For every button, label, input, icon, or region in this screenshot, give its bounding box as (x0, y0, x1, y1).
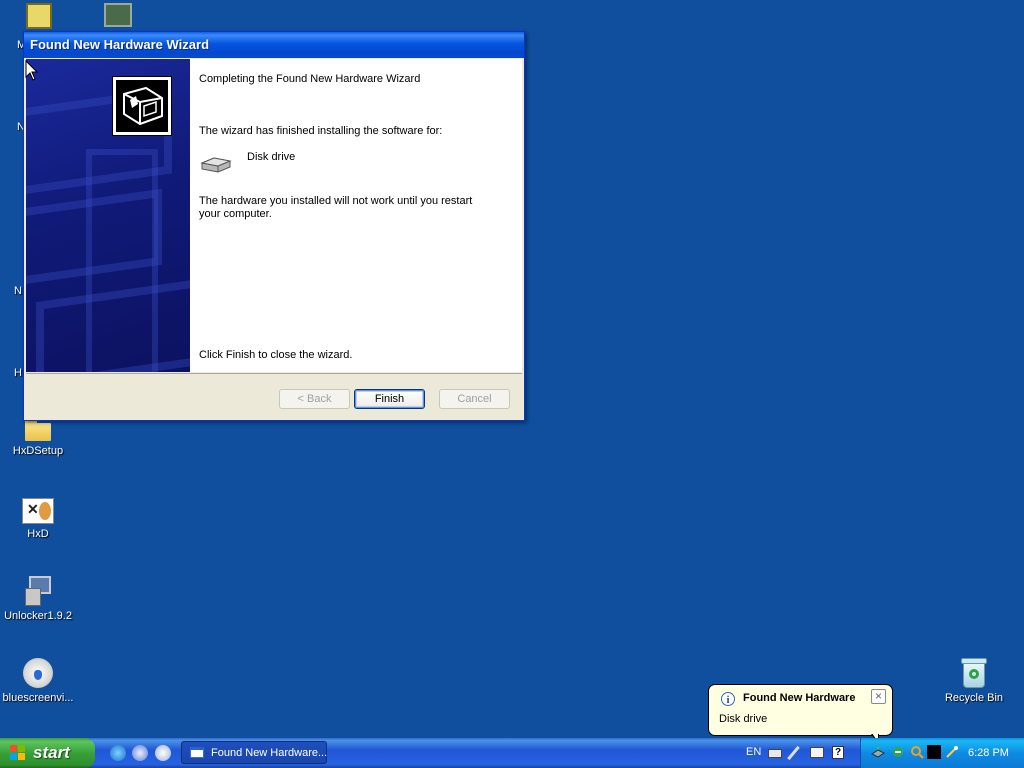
recycle-bin-icon (961, 658, 987, 688)
media-player-icon[interactable] (155, 745, 171, 761)
window-title: Found New Hardware Wizard (30, 37, 210, 52)
icon-label: HxDSetup (12, 445, 64, 457)
network-icon[interactable] (891, 745, 905, 759)
finish-button[interactable]: Finish (354, 389, 425, 409)
disk-drive-icon (200, 156, 232, 174)
desktop-icon-recycle-bin[interactable]: Recycle Bin (936, 658, 1012, 704)
internet-explorer-icon[interactable] (110, 745, 126, 761)
start-label: start (33, 743, 70, 762)
icon-label: bluescreenvi... (2, 692, 74, 704)
console-icon[interactable] (927, 745, 941, 759)
pen-icon[interactable] (787, 745, 800, 761)
found-new-hardware-wizard-window[interactable]: Found New Hardware Wizard Completing the… (23, 31, 525, 421)
restart-notice-line1: The hardware you installed will not work… (199, 195, 473, 207)
cancel-button[interactable]: Cancel (439, 389, 510, 409)
system-clock[interactable]: 6:28 PM (968, 747, 1009, 759)
icon-label: Recycle Bin (944, 692, 1004, 704)
desktop-icon-hxdsetup[interactable]: HxDSetup (0, 417, 76, 457)
info-icon: i (721, 692, 735, 706)
wizard-body: Completing the Found New Hardware Wizard… (26, 59, 522, 372)
wizard-banner-graphic (26, 59, 190, 372)
icon-label: HxD (27, 528, 49, 540)
desktop-icon-hxd[interactable]: ✕ HxD (0, 498, 76, 540)
disc-installer-icon (23, 658, 53, 688)
folder-icon (25, 419, 51, 441)
window-titlebar[interactable]: Found New Hardware Wizard (24, 32, 524, 58)
device-name: Disk drive (247, 151, 296, 163)
hardware-wizard-icon (112, 76, 172, 136)
keyboard-icon[interactable] (768, 749, 782, 758)
taskbar: start Found New Hardware... EN ? 6:28 PM (0, 738, 1024, 768)
system-tray: 6:28 PM (860, 738, 1024, 768)
balloon-close-button[interactable]: × (871, 689, 886, 704)
wizard-heading: Completing the Found New Hardware Wizard (199, 73, 421, 85)
wizard-button-bar: < Back Finish Cancel (26, 373, 522, 420)
desktop-icon-unlocker[interactable]: Unlocker1.9.2 (0, 576, 76, 622)
control-panel-icon (26, 3, 52, 29)
found-new-hardware-balloon[interactable]: i Found New Hardware Disk drive × (708, 684, 893, 745)
partial-icon-label: N (14, 285, 22, 297)
search-icon[interactable] (910, 745, 924, 759)
installer-icon (23, 576, 53, 606)
language-bar-icon[interactable] (810, 747, 824, 758)
partial-icon-label: H (14, 367, 22, 379)
balloon-text: Disk drive (719, 713, 768, 725)
icon-label: Unlocker1.9.2 (4, 610, 72, 622)
desktop-icon-computer[interactable] (80, 3, 156, 31)
desktop-icon-top-left[interactable] (2, 3, 76, 33)
back-button[interactable]: < Back (279, 389, 350, 409)
computer-icon (104, 3, 132, 27)
desktop-icon-bluescreenview[interactable]: bluescreenvi... (0, 658, 76, 704)
taskbar-button-label: Found New Hardware... (211, 747, 328, 759)
taskbar-button-found-new-hardware[interactable]: Found New Hardware... (181, 741, 327, 764)
outlook-express-icon[interactable] (132, 745, 148, 761)
finish-hint: Click Finish to close the wizard. (199, 349, 353, 361)
hxd-icon: ✕ (22, 498, 54, 524)
restart-notice-line2: your computer. (199, 208, 272, 220)
help-icon[interactable]: ? (832, 746, 844, 759)
finished-text: The wizard has finished installing the s… (199, 125, 443, 137)
window-icon (190, 747, 204, 758)
safely-remove-hardware-icon[interactable] (871, 745, 885, 759)
wizard-content: Completing the Found New Hardware Wizard… (199, 59, 522, 372)
language-indicator[interactable]: EN (746, 746, 761, 758)
wand-icon[interactable] (945, 745, 959, 759)
start-button[interactable]: start (0, 738, 95, 768)
windows-logo-icon (10, 745, 27, 761)
balloon-title: Found New Hardware (743, 692, 856, 704)
